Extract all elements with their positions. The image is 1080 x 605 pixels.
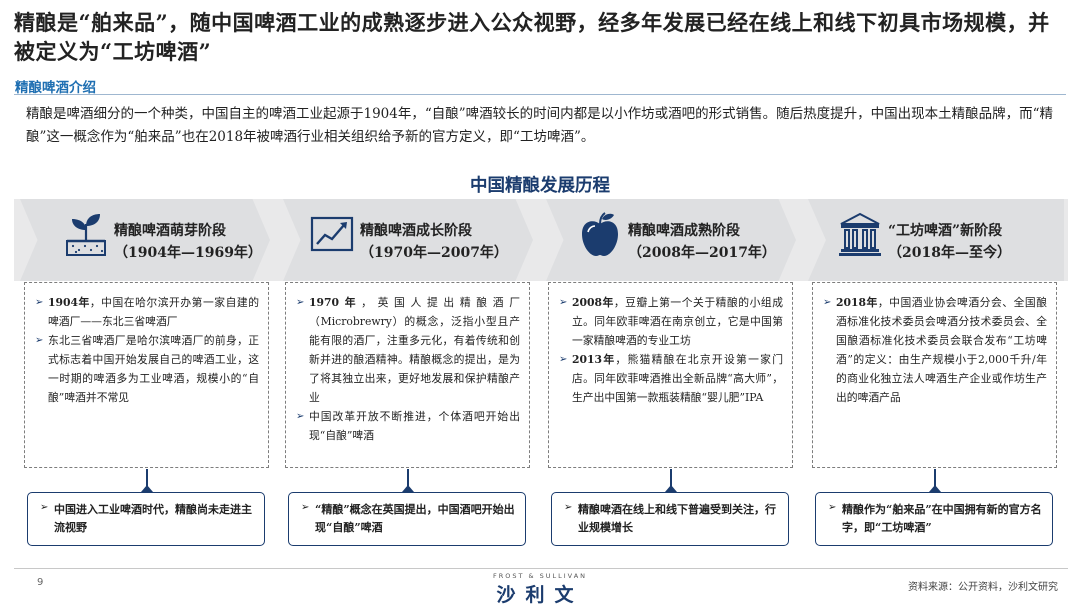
phase-years: （1970年—2007年） xyxy=(360,245,508,261)
sprout-icon xyxy=(66,214,106,256)
event-text: ，中国酒业协会啤酒分会、全国酿酒标准化技术委员会啤酒分技术委员会、全国酿酒标准化… xyxy=(836,296,1047,404)
connector-arrowhead xyxy=(402,485,414,492)
phase-summary-1: ➢ 中国进入工业啤酒时代，精酿尚未走进主流视野 xyxy=(27,492,265,546)
bullet-arrow-icon: ➢ xyxy=(559,354,568,365)
bullet-arrow-icon: ➢ xyxy=(823,297,832,308)
phase-event-item: ➢ 2018年，中国酒业协会啤酒分会、全国酿酒标准化技术委员会啤酒分技术委员会、全… xyxy=(823,293,1047,407)
phase-name: 精酿啤酒成熟阶段 xyxy=(628,223,740,239)
footer-divider xyxy=(14,568,1068,569)
phase-header-1: 精酿啤酒萌芽阶段 （1904年—1969年） xyxy=(64,208,284,272)
bullet-arrow-icon: ➢ xyxy=(35,297,44,308)
brand-logo: 沙利文 xyxy=(496,584,584,605)
event-text: 中国改革开放不断推进，个体酒吧开始出现“自酿”啤酒 xyxy=(309,410,520,442)
event-year: 2008年 xyxy=(572,296,614,309)
page-title: 精酿是“舶来品”，随中国啤酒工业的成熟逐步进入公众视野，经多年发展已经在线上和线… xyxy=(14,10,1050,64)
institution-icon xyxy=(839,212,881,256)
phase-header-2: 精酿啤酒成长阶段 （1970年—2007年） xyxy=(310,208,530,272)
phase-name: 精酿啤酒成长阶段 xyxy=(360,223,472,239)
bullet-arrow-icon: ➢ xyxy=(828,502,837,513)
event-year: 1904年 xyxy=(48,296,90,309)
phase-detail-card-3: ➢ 2008年，豆瓣上第一个关于精酿的小组成立。同年欧菲啤酒在南京创立，它是中国第… xyxy=(548,282,793,468)
intro-paragraph: 精酿是啤酒细分的一个种类，中国自主的啤酒工业起源于1904年，“自酿”啤酒较长的… xyxy=(26,106,1054,145)
phase-summary-3: ➢ 精酿啤酒在线上和线下普遍受到关注，行业规模增长 xyxy=(551,492,789,546)
page-number: 9 xyxy=(37,577,44,588)
timeline-title: 中国精酿发展历程 xyxy=(470,176,610,196)
apple-icon xyxy=(582,212,618,256)
brand-logo-caption: FROST & SULLIVAN xyxy=(492,572,588,580)
connector-arrowhead xyxy=(929,485,941,492)
phase-event-item: ➢ 2008年，豆瓣上第一个关于精酿的小组成立。同年欧菲啤酒在南京创立，它是中国第… xyxy=(559,293,783,350)
summary-text: 中国进入工业啤酒时代，精酿尚未走进主流视野 xyxy=(54,503,252,534)
connector-arrowhead xyxy=(665,485,677,492)
event-text: ，英国人提出精酿酒厂（Microbrewry）的概念，泛指小型且产能有限的酒厂，… xyxy=(309,296,520,404)
phase-years: （2008年—2017年） xyxy=(628,245,776,261)
phase-header-4: “工坊啤酒”新阶段 （2018年—至今） xyxy=(838,208,1058,272)
growth-chart-icon xyxy=(310,216,354,252)
bullet-arrow-icon: ➢ xyxy=(296,297,305,308)
bullet-arrow-icon: ➢ xyxy=(40,502,49,513)
summary-text: “精酿”概念在英国提出，中国酒吧开始出现“自酿”啤酒 xyxy=(315,503,515,534)
phase-detail-card-1: ➢ 1904年，中国在哈尔滨开办第一家自建的啤酒厂——东北三省啤酒厂 ➢ 东北三省啤酒… xyxy=(24,282,269,468)
bullet-arrow-icon: ➢ xyxy=(301,502,310,513)
event-year: 1970年 xyxy=(309,296,362,309)
phase-summary-2: ➢ “精酿”概念在英国提出，中国酒吧开始出现“自酿”啤酒 xyxy=(288,492,526,546)
phase-event-item: ➢ 中国改革开放不断推进，个体酒吧开始出现“自酿”啤酒 xyxy=(296,407,520,445)
section-subtitle: 精酿啤酒介绍 xyxy=(15,80,96,96)
phase-event-item: ➢ 2013年，熊猫精酿在北京开设第一家门店。同年欧菲啤酒推出全新品牌“高大师”，… xyxy=(559,350,783,407)
phase-event-item: ➢ 1904年，中国在哈尔滨开办第一家自建的啤酒厂——东北三省啤酒厂 xyxy=(35,293,259,331)
bullet-arrow-icon: ➢ xyxy=(564,502,573,513)
bullet-arrow-icon: ➢ xyxy=(559,297,568,308)
event-year: 2013年 xyxy=(572,353,616,366)
phase-years: （1904年—1969年） xyxy=(114,245,262,261)
phase-header-3: 精酿啤酒成熟阶段 （2008年—2017年） xyxy=(578,208,798,272)
phase-summary-4: ➢ 精酿作为“舶来品”在中国拥有新的官方名字，即“工坊啤酒” xyxy=(815,492,1053,546)
phase-event-item: ➢ 东北三省啤酒厂是哈尔滨啤酒厂的前身，正式标志着中国开始发展自己的啤酒工业，这一… xyxy=(35,331,259,407)
subtitle-divider xyxy=(14,94,1066,95)
event-text: 东北三省啤酒厂是哈尔滨啤酒厂的前身，正式标志着中国开始发展自己的啤酒工业，这一时… xyxy=(48,334,259,404)
connector-arrowhead xyxy=(141,485,153,492)
bullet-arrow-icon: ➢ xyxy=(296,411,305,422)
bullet-arrow-icon: ➢ xyxy=(35,335,44,346)
phase-name: “工坊啤酒”新阶段 xyxy=(888,223,1003,239)
phase-years: （2018年—至今） xyxy=(888,245,1011,261)
event-year: 2018年 xyxy=(836,296,878,309)
phase-name: 精酿啤酒萌芽阶段 xyxy=(114,223,226,239)
phase-detail-card-4: ➢ 2018年，中国酒业协会啤酒分会、全国酿酒标准化技术委员会啤酒分技术委员会、全… xyxy=(812,282,1057,468)
phase-event-item: ➢ 1970年，英国人提出精酿酒厂（Microbrewry）的概念，泛指小型且产能… xyxy=(296,293,520,407)
summary-text: 精酿啤酒在线上和线下普遍受到关注，行业规模增长 xyxy=(578,503,776,534)
source-note: 资料来源：公开资料，沙利文研究 xyxy=(908,582,1058,593)
summary-text: 精酿作为“舶来品”在中国拥有新的官方名字，即“工坊啤酒” xyxy=(842,503,1042,534)
phase-detail-card-2: ➢ 1970年，英国人提出精酿酒厂（Microbrewry）的概念，泛指小型且产能… xyxy=(285,282,530,468)
